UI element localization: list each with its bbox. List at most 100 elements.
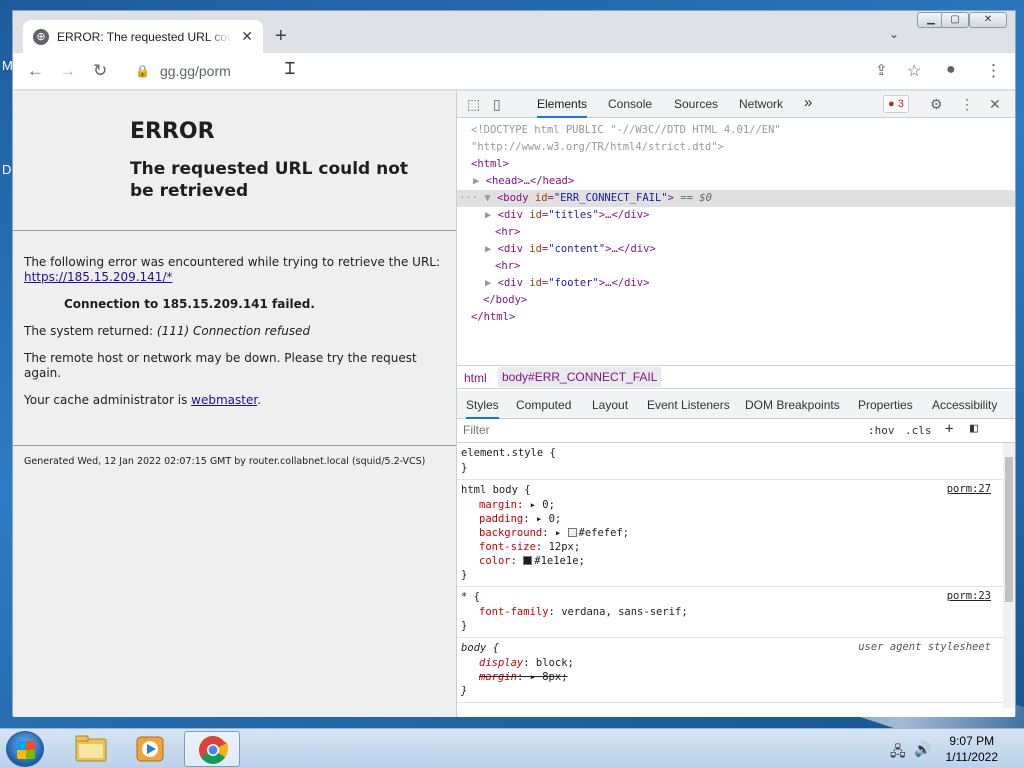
chevron-down-icon[interactable]: ⌄ xyxy=(889,27,899,41)
div-id: "footer" xyxy=(548,277,599,289)
rule-source-link[interactable]: porm:27 xyxy=(947,483,991,495)
div-id: "titles" xyxy=(548,209,599,221)
close-icon[interactable]: ✕ xyxy=(241,28,253,45)
address-bar[interactable]: 🔒 gg.gg/porm xyxy=(125,57,905,85)
tab-properties[interactable]: Properties xyxy=(858,398,913,412)
new-rule-button[interactable]: + xyxy=(945,421,953,437)
dom-node-doctype[interactable]: "http://www.w3.org/TR/html4/strict.dtd"> xyxy=(457,139,1015,156)
webmaster-link[interactable]: webmaster xyxy=(191,393,257,407)
tab-console[interactable]: Console xyxy=(608,97,652,111)
dom-node-head[interactable]: ▶ <head>…</head> xyxy=(457,173,1015,190)
clock[interactable]: 9:07 PM 1/11/2022 xyxy=(946,733,999,765)
system-returned-label: The system returned: xyxy=(24,324,157,338)
dom-node-div[interactable]: ▶ <div id="footer">…</div> xyxy=(457,275,1015,292)
class-toggle-button[interactable]: .cls xyxy=(905,424,932,437)
dom-node-body-close[interactable]: </body> xyxy=(457,292,1015,309)
back-icon[interactable]: ← xyxy=(27,61,44,81)
decl-value: 0 xyxy=(542,499,549,511)
window-close-button[interactable]: ✕ xyxy=(969,12,1007,28)
decl-value: #efefef xyxy=(578,527,623,539)
folder-icon xyxy=(75,735,107,762)
reload-icon[interactable]: ↻ xyxy=(93,61,107,81)
chrome-icon xyxy=(199,736,229,764)
css-declaration[interactable]: font-size: 12px; xyxy=(461,540,991,554)
css-declaration[interactable]: display: block; xyxy=(461,656,991,670)
css-rule[interactable]: * { porm:23 font-family: verdana, sans-s… xyxy=(457,587,1015,638)
rule-source-link[interactable]: porm:23 xyxy=(947,590,991,602)
styles-filter-row: :hov .cls + ◧ xyxy=(457,419,1015,443)
error-text: The following error was encountered whil… xyxy=(24,255,441,269)
tab-accessibility[interactable]: Accessibility xyxy=(932,398,997,412)
dom-node-div[interactable]: ▶ <div id="content">…</div> xyxy=(457,241,1015,258)
share-icon[interactable]: ⇪ xyxy=(875,61,888,79)
volume-icon[interactable]: 🔊 xyxy=(914,741,931,758)
device-toolbar-icon[interactable]: ▯ xyxy=(493,96,501,113)
head-tag: <head>…</head> xyxy=(485,175,575,187)
tab-network[interactable]: Network xyxy=(739,97,783,111)
more-tabs-icon[interactable]: » xyxy=(804,94,812,111)
tab-computed[interactable]: Computed xyxy=(516,398,571,412)
close-icon[interactable]: ✕ xyxy=(989,96,1001,113)
breadcrumb-body[interactable]: body#ERR_CONNECT_FAIL xyxy=(498,367,662,387)
div-id: "content" xyxy=(548,243,606,255)
tab-styles[interactable]: Styles xyxy=(466,398,499,419)
body-attr-value: "ERR_CONNECT_FAIL" xyxy=(553,192,668,204)
hover-state-button[interactable]: :hov xyxy=(868,424,895,437)
globe-icon: ⊕ xyxy=(33,28,49,45)
clock-date: 1/11/2022 xyxy=(945,750,999,764)
dom-node-html-close[interactable]: </html> xyxy=(457,309,1015,326)
windows-logo-icon xyxy=(17,741,35,759)
gear-icon[interactable]: ⚙ xyxy=(930,96,943,113)
forward-icon[interactable]: → xyxy=(59,61,76,81)
css-rule[interactable]: html body { porm:27 margin: ▸ 0; padding… xyxy=(457,480,1015,587)
rule-source-label: user agent stylesheet xyxy=(858,641,991,653)
taskbar-chrome[interactable] xyxy=(184,731,240,767)
dom-node-html[interactable]: <html> xyxy=(457,156,1015,173)
toggle-sidebar-icon[interactable]: ◧ xyxy=(970,421,978,436)
tab-sources[interactable]: Sources xyxy=(674,97,718,111)
network-icon[interactable]: 🖧 xyxy=(890,741,906,765)
color-swatch[interactable] xyxy=(567,528,577,537)
dom-node-doctype[interactable]: <!DOCTYPE html PUBLIC "-//W3C//DTD HTML … xyxy=(457,122,1015,139)
tab-layout[interactable]: Layout xyxy=(592,398,628,412)
browser-tab[interactable]: ⊕ ERROR: The requested URL could not be … xyxy=(23,20,263,53)
styles-scrollbar[interactable] xyxy=(1003,443,1015,708)
tab-dom-breakpoints[interactable]: DOM Breakpoints xyxy=(745,398,840,412)
error-count-badge[interactable]: ● 3 xyxy=(883,95,909,113)
dom-node-hr[interactable]: <hr> xyxy=(457,258,1015,275)
dom-node-div[interactable]: ▶ <div id="titles">…</div> xyxy=(457,207,1015,224)
dom-node-body[interactable]: ··· ▼ <body id="ERR_CONNECT_FAIL"> == $0 xyxy=(457,190,1015,207)
maximize-button[interactable]: ▢ xyxy=(941,12,969,28)
tab-elements[interactable]: Elements xyxy=(537,97,588,118)
css-rule[interactable]: element.style { } xyxy=(457,443,1015,480)
kebab-menu-icon[interactable]: ⋮ xyxy=(985,61,1002,81)
start-button[interactable] xyxy=(6,731,44,767)
filter-input[interactable] xyxy=(463,423,843,437)
rule-close: } xyxy=(461,685,468,697)
css-declaration[interactable]: margin: ▸ 0; xyxy=(461,498,991,512)
star-icon[interactable]: ☆ xyxy=(907,61,921,81)
taskbar-explorer[interactable] xyxy=(62,731,118,767)
profile-icon[interactable]: ● xyxy=(946,61,956,79)
scrollbar-thumb[interactable] xyxy=(1005,457,1013,602)
url-link[interactable]: https://185.15.209.141/* xyxy=(24,270,172,284)
clock-time: 9:07 PM xyxy=(949,734,995,748)
css-declaration[interactable]: background: ▸ #efefef; xyxy=(461,526,991,540)
tab-event-listeners[interactable]: Event Listeners xyxy=(647,398,730,412)
taskbar-media-player[interactable] xyxy=(122,731,178,767)
styles-pane: element.style { } html body { porm:27 ma… xyxy=(457,443,1015,708)
color-swatch[interactable] xyxy=(523,556,533,565)
css-declaration[interactable]: padding: ▸ 0; xyxy=(461,512,991,526)
url-text[interactable]: gg.gg/porm xyxy=(160,63,231,79)
kebab-menu-icon[interactable]: ⋮ xyxy=(960,96,974,113)
css-rule[interactable]: body { user agent stylesheet display: bl… xyxy=(457,638,1015,703)
breadcrumb-html[interactable]: html xyxy=(464,371,487,385)
css-declaration[interactable]: color: #1e1e1e; xyxy=(461,554,991,568)
css-declaration[interactable]: margin: ▸ 8px; xyxy=(461,670,991,684)
desktop-icon-label[interactable]: D xyxy=(2,162,11,177)
css-declaration[interactable]: font-family: verdana, sans-serif; xyxy=(461,605,991,619)
dom-node-hr[interactable]: <hr> xyxy=(457,224,1015,241)
inspect-element-icon[interactable]: ⬚ xyxy=(467,96,480,113)
lock-icon[interactable]: 🔒 xyxy=(135,64,150,78)
new-tab-button[interactable]: + xyxy=(275,25,287,48)
